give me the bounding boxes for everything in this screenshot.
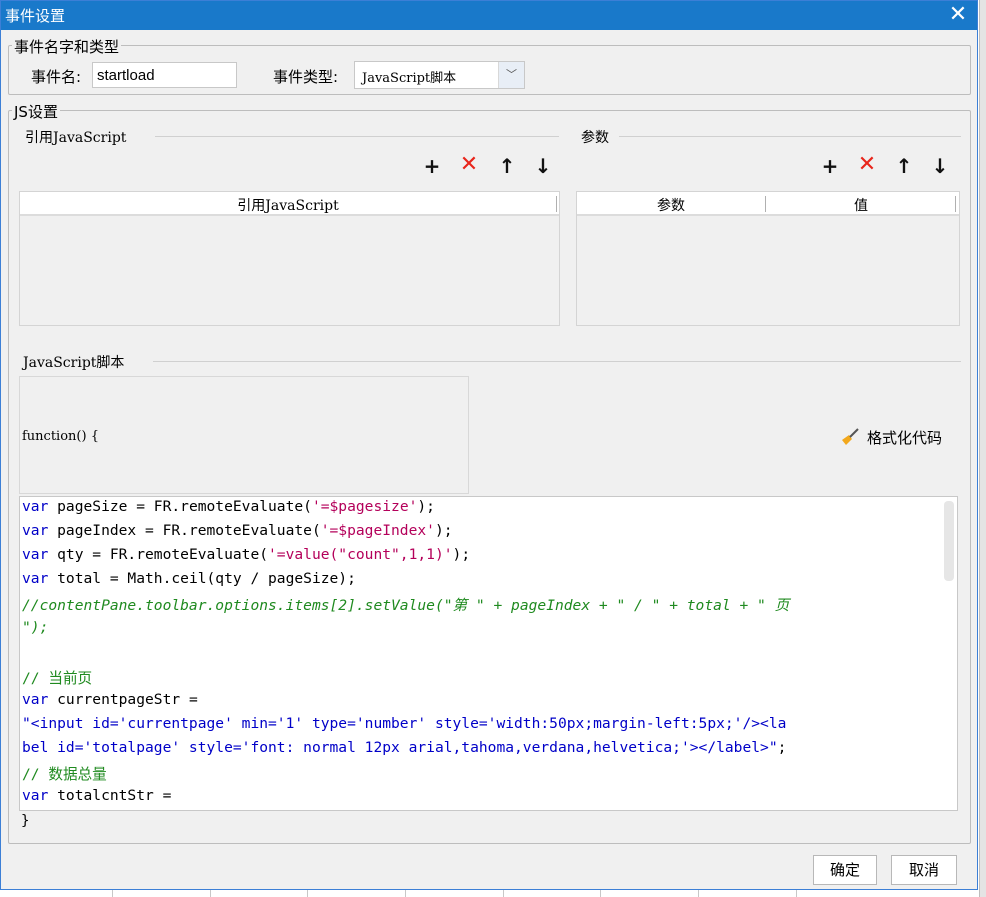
params-table[interactable]: 参数 值 xyxy=(576,191,960,326)
params-separator xyxy=(619,136,961,137)
params-table-header: 参数 值 xyxy=(577,192,959,216)
function-header: function() { xyxy=(22,429,99,444)
column-separator xyxy=(556,196,557,212)
code-token: // 数据总量 xyxy=(22,766,107,784)
format-code-label: 格式化代码 xyxy=(867,429,943,447)
code-token: ; xyxy=(777,739,787,756)
code-line[interactable]: "); xyxy=(22,619,48,636)
ref-js-table[interactable]: 引用JavaScript xyxy=(19,191,560,326)
move-down-icon[interactable]: ↓ xyxy=(532,155,554,177)
code-token: '=$pagesize' xyxy=(311,498,418,515)
code-line[interactable]: // 数据总量 xyxy=(22,763,107,784)
add-icon[interactable]: + xyxy=(421,155,443,177)
event-type-label: 事件类型: xyxy=(273,68,339,86)
event-type-select[interactable]: JavaScript脚本 ﹀ xyxy=(354,61,525,89)
code-line[interactable]: var pageIndex = FR.remoteEvaluate('=$pag… xyxy=(22,522,453,539)
closing-brace: } xyxy=(21,813,30,829)
add-param-icon[interactable]: + xyxy=(819,155,841,177)
event-name-input[interactable] xyxy=(92,62,237,88)
code-token: qty = FR.remoteEvaluate( xyxy=(48,546,269,564)
code-scrollbar[interactable] xyxy=(944,501,954,581)
event-settings-dialog: 事件设置 ✕ 事件名字和类型 事件名: 事件类型: JavaScript脚本 ﹀… xyxy=(0,0,978,890)
chevron-down-icon[interactable]: ﹀ xyxy=(498,62,524,88)
ok-button[interactable]: 确定 xyxy=(813,855,877,885)
delete-param-icon[interactable]: ✕ xyxy=(856,154,878,176)
code-line[interactable]: var total = Math.ceil(qty / pageSize); xyxy=(22,570,356,587)
code-line[interactable]: var qty = FR.remoteEvaluate('=value("cou… xyxy=(22,546,470,563)
move-param-up-icon[interactable]: ↑ xyxy=(893,155,915,177)
code-line[interactable]: "<input id='currentpage' min='1' type='n… xyxy=(22,715,786,732)
code-token: '=value("count",1,1)' xyxy=(268,546,453,564)
ref-js-title: 引用JavaScript xyxy=(25,130,127,146)
move-up-icon[interactable]: ↑ xyxy=(496,155,518,177)
code-token: totalcntStr = xyxy=(48,787,172,805)
event-type-value: JavaScript脚本 xyxy=(362,71,457,86)
move-param-down-icon[interactable]: ↓ xyxy=(929,155,951,177)
column-header[interactable]: 参数 xyxy=(577,195,765,215)
code-line[interactable]: var currentpageStr = xyxy=(22,691,198,708)
code-token: //contentPane.toolbar.options.items[2].s… xyxy=(22,597,790,615)
background-right-strip xyxy=(979,0,986,897)
code-token: var xyxy=(22,522,49,540)
code-token: ); xyxy=(417,498,435,515)
code-token: pageIndex = FR.remoteEvaluate( xyxy=(48,522,321,540)
code-token: currentpageStr = xyxy=(48,690,198,708)
function-header-box: function() { xyxy=(19,376,469,494)
script-title: JavaScript脚本 xyxy=(23,355,125,371)
column-header[interactable]: 值 xyxy=(767,195,955,215)
code-token: var xyxy=(22,787,49,805)
code-token: "); xyxy=(22,618,49,636)
code-token: var xyxy=(22,570,49,588)
column-header[interactable]: 引用JavaScript xyxy=(20,195,556,215)
ref-js-separator xyxy=(155,136,559,137)
code-token: bel id='totalpage' style='font: normal 1… xyxy=(22,739,778,756)
close-icon[interactable]: ✕ xyxy=(945,2,971,28)
event-name-label: 事件名: xyxy=(31,68,82,86)
js-settings-legend: JS设置 xyxy=(12,101,60,122)
code-line[interactable]: var pageSize = FR.remoteEvaluate('=$page… xyxy=(22,498,435,515)
cancel-button[interactable]: 取消 xyxy=(891,855,957,885)
code-token: var xyxy=(22,690,49,708)
code-token: pageSize = FR.remoteEvaluate( xyxy=(48,498,312,515)
code-editor[interactable]: var pageSize = FR.remoteEvaluate('=$page… xyxy=(19,496,958,811)
code-token: ); xyxy=(434,522,453,540)
code-token: var xyxy=(22,546,49,564)
code-token: "<input id='currentpage' min='1' type='n… xyxy=(22,714,787,732)
column-separator xyxy=(765,196,766,212)
dialog-title: 事件设置 xyxy=(5,7,66,25)
code-line[interactable]: //contentPane.toolbar.options.items[2].s… xyxy=(22,594,789,615)
script-separator xyxy=(153,361,961,362)
code-line[interactable]: var totalcntStr = xyxy=(22,787,171,804)
code-token: var xyxy=(22,498,49,515)
code-line[interactable]: bel id='totalpage' style='font: normal 1… xyxy=(22,739,786,756)
delete-icon[interactable]: ✕ xyxy=(458,154,480,176)
code-token: '=$pageIndex' xyxy=(320,522,435,540)
title-bar[interactable]: 事件设置 ✕ xyxy=(1,1,977,30)
code-token: total = Math.ceil(qty / pageSize); xyxy=(48,570,356,588)
params-title: 参数 xyxy=(581,130,609,146)
code-token: ); xyxy=(452,546,471,564)
code-token: // 当前页 xyxy=(22,669,93,687)
code-line[interactable]: // 当前页 xyxy=(22,667,92,688)
column-separator xyxy=(955,196,956,212)
name-type-legend: 事件名字和类型 xyxy=(12,36,122,57)
brush-icon xyxy=(842,428,859,445)
ref-js-table-header: 引用JavaScript xyxy=(20,192,559,216)
